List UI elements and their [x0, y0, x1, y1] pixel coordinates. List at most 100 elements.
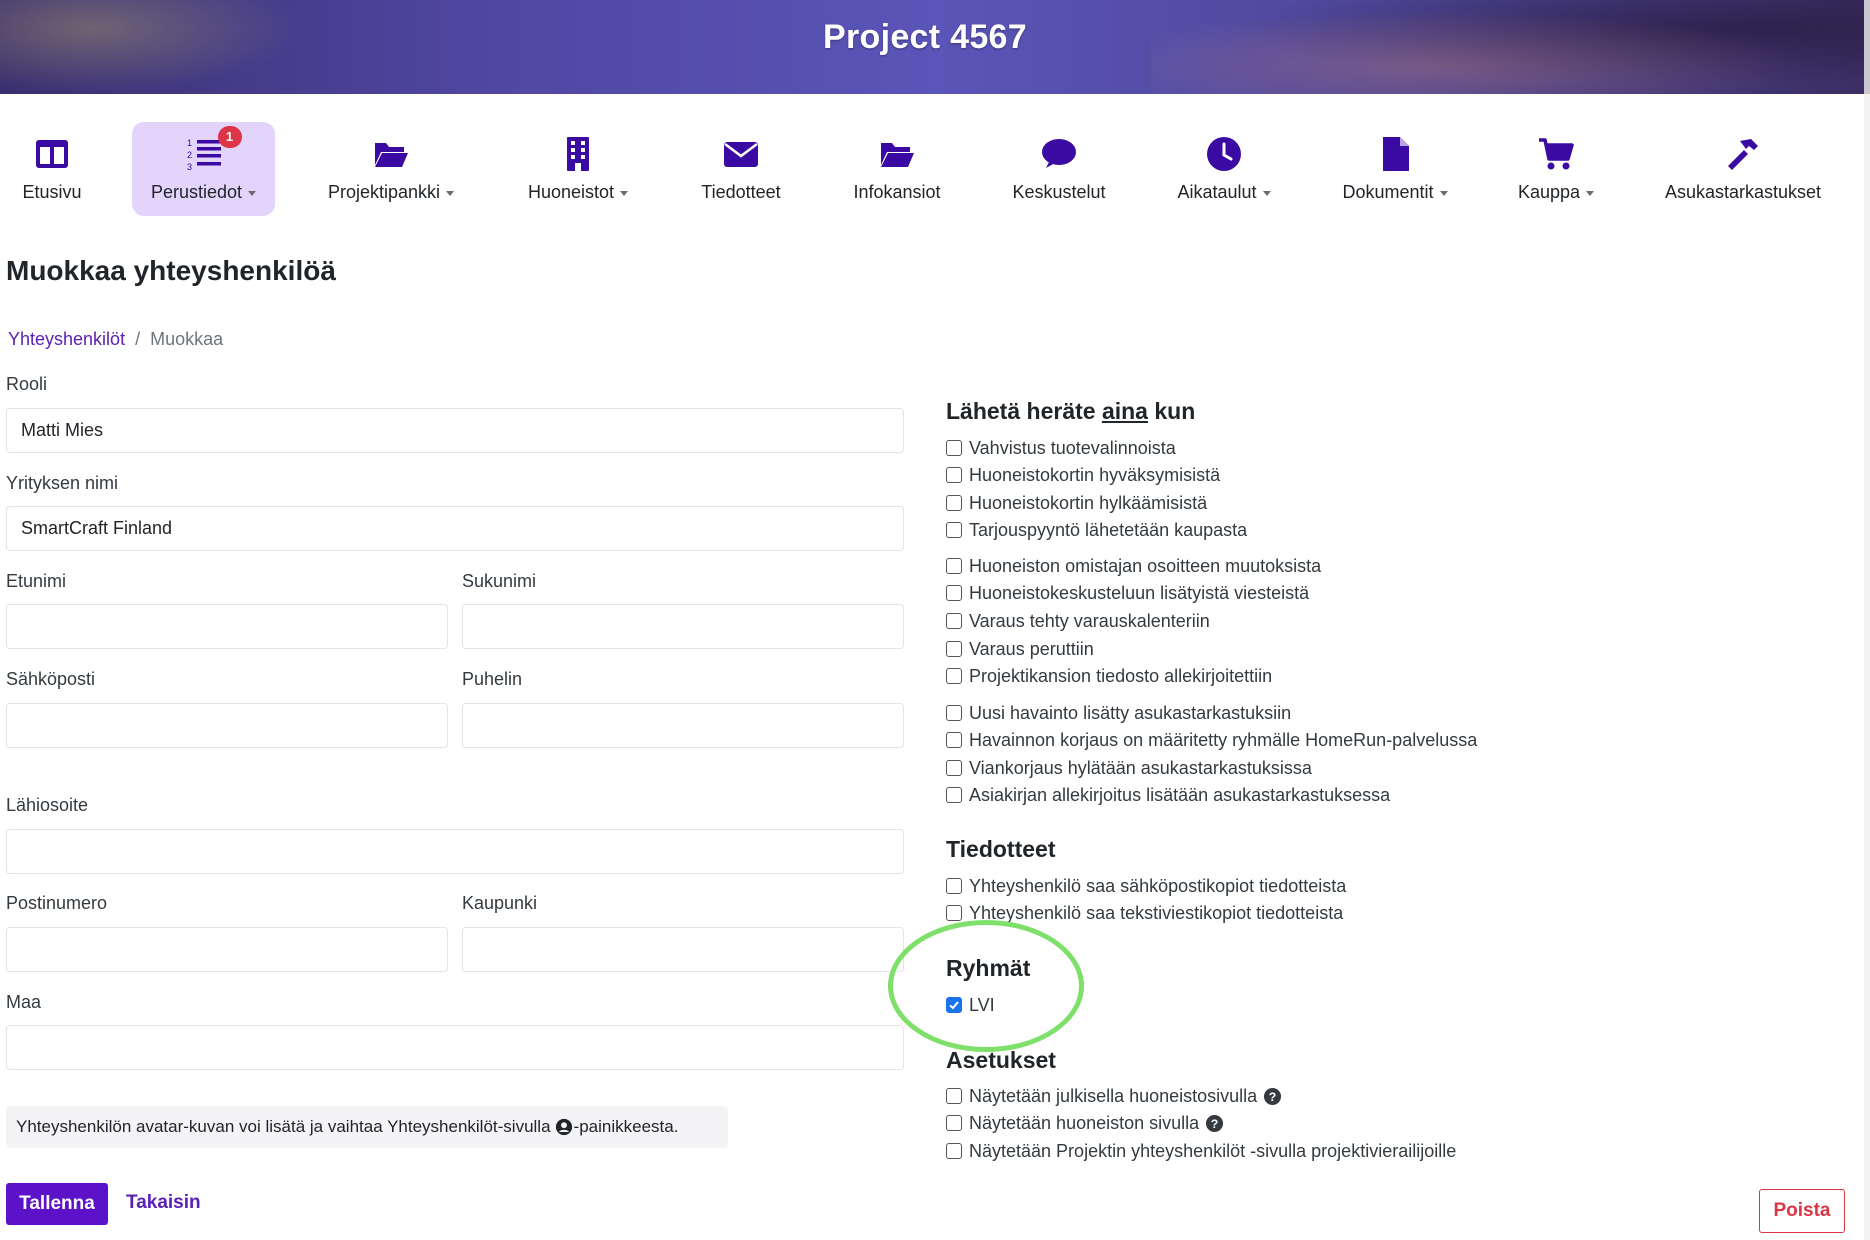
svg-text:2: 2: [187, 150, 192, 160]
lahiosoite-label: Lähiosoite: [6, 795, 89, 815]
nav-item-etusivu[interactable]: Etusivu: [8, 122, 96, 216]
notify-checkbox-row[interactable]: Huoneistokortin hyväksymisistä: [946, 463, 1220, 487]
kaupunki-label: Kaupunki: [462, 893, 538, 913]
checkbox-label: Asiakirjan allekirjoitus lisätään asukas…: [969, 784, 1391, 805]
caret-down-icon: [1439, 190, 1448, 196]
checkbox[interactable]: [946, 585, 962, 601]
page-scrollbar[interactable]: [1864, 94, 1870, 1240]
nav-item-dokumentit[interactable]: Dokumentit: [1334, 122, 1456, 216]
checkbox[interactable]: [946, 732, 962, 748]
email-field[interactable]: [6, 703, 448, 748]
checkbox[interactable]: [946, 668, 962, 684]
nav-item-keskustelut[interactable]: Keskustelut: [1002, 122, 1116, 216]
asetukset-checkbox-row[interactable]: Näytetään Projektin yhteyshenkilöt -sivu…: [946, 1139, 1456, 1163]
asetukset-checkbox-row[interactable]: Näytetään julkisella huoneistosivulla?: [946, 1084, 1282, 1108]
speech-bubble-icon: [1039, 134, 1079, 174]
user-circle-icon: [555, 1118, 572, 1136]
svg-text:?: ?: [1269, 1089, 1277, 1103]
phone-field[interactable]: [462, 703, 904, 748]
kaupunki-input[interactable]: [462, 927, 904, 972]
sukunimi-input[interactable]: [462, 604, 904, 649]
nav-item-tiedotteet[interactable]: Tiedotteet: [686, 122, 796, 216]
page-title: Muokkaa yhteyshenkilöä: [6, 255, 336, 286]
svg-text:?: ?: [1211, 1116, 1219, 1130]
checkbox[interactable]: [946, 440, 962, 456]
notify-checkbox-row[interactable]: Varaus tehty varauskalenteriin: [946, 609, 1210, 633]
maa-input[interactable]: [6, 1025, 904, 1070]
back-link[interactable]: Takaisin: [126, 1192, 201, 1214]
nav-label: Keskustelut: [1012, 182, 1106, 202]
checkbox-label: Viankorjaus hylätään asukastarkastuksiss…: [969, 757, 1312, 778]
checkbox-label: Vahvistus tuotevalinnoista: [969, 437, 1176, 458]
notify-checkbox-row[interactable]: Huoneistokeskusteluun lisätyistä viestei…: [946, 581, 1309, 605]
question-circle-icon[interactable]: ?: [1263, 1087, 1282, 1106]
notifications-title-start: Lähetä heräte: [946, 398, 1102, 424]
checkbox[interactable]: [946, 1088, 962, 1104]
rooli-input[interactable]: Matti Mies: [6, 408, 904, 453]
notify-checkbox-row[interactable]: Asiakirjan allekirjoitus lisätään asukas…: [946, 783, 1390, 807]
checkbox[interactable]: [946, 878, 962, 894]
checkbox-label: Näytetään julkisella huoneistosivulla: [969, 1085, 1258, 1106]
breadcrumb-link-yhteyshenkilot[interactable]: Yhteyshenkilöt: [8, 329, 125, 349]
checkbox[interactable]: [946, 760, 962, 776]
breadcrumb-separator: /: [135, 329, 141, 349]
nav-label: Tiedotteet: [701, 182, 781, 202]
info-note-text-end: -painikkeesta.: [573, 1117, 679, 1136]
checkbox[interactable]: [946, 495, 962, 511]
breadcrumb-current: Muokkaa: [150, 329, 224, 349]
nav-item-aikataulut[interactable]: Aikataulut: [1168, 122, 1280, 216]
notify-checkbox-row[interactable]: Vahvistus tuotevalinnoista: [946, 436, 1176, 460]
notify-checkbox-row[interactable]: Huoneistokortin hylkäämisistä: [946, 491, 1207, 515]
save-button[interactable]: Tallenna: [6, 1183, 108, 1225]
file-icon: [1375, 134, 1415, 174]
nav-label: Asukastarkastukset: [1664, 182, 1822, 202]
asetukset-checkbox-row[interactable]: Näytetään huoneiston sivulla?: [946, 1111, 1224, 1135]
postinumero-input[interactable]: [6, 927, 448, 972]
checkbox[interactable]: [946, 905, 962, 921]
avatar-info-note: Yhteyshenkilön avatar-kuvan voi lisätä j…: [6, 1106, 728, 1148]
highlight-annotation-circle: [888, 920, 1084, 1052]
checkbox-label: Havainnon korjaus on määritetty ryhmälle…: [969, 729, 1478, 750]
nav-item-kauppa[interactable]: Kauppa: [1508, 122, 1604, 216]
etunimi-input[interactable]: [6, 604, 448, 649]
checkbox-label: Yhteyshenkilö saa sähköpostikopiot tiedo…: [969, 875, 1347, 896]
nav-label: Huoneistot: [527, 182, 615, 202]
notify-checkbox-row[interactable]: Tarjouspyyntö lähetetään kaupasta: [946, 518, 1247, 542]
checkbox[interactable]: [946, 467, 962, 483]
notify-checkbox-row[interactable]: Havainnon korjaus on määritetty ryhmälle…: [946, 728, 1477, 752]
notify-checkbox-row[interactable]: Projektikansion tiedosto allekirjoitetti…: [946, 664, 1272, 688]
nav-item-perustiedot[interactable]: 1 2 3 1 Perustiedot: [132, 122, 275, 216]
lahiosoite-input[interactable]: [6, 829, 904, 874]
checkbox[interactable]: [946, 1143, 962, 1159]
checkbox[interactable]: [946, 787, 962, 803]
checkbox-label: Huoneiston omistajan osoitteen muutoksis…: [969, 555, 1322, 576]
nav-label: Dokumentit: [1342, 182, 1434, 202]
notify-checkbox-row[interactable]: Uusi havainto lisätty asukastarkastuksii…: [946, 701, 1291, 725]
yritys-input[interactable]: SmartCraft Finland: [6, 506, 904, 551]
nav-label: Perustiedot: [150, 182, 243, 202]
layout-columns-icon: [32, 134, 72, 174]
tiedotteet-checkbox-row[interactable]: Yhteyshenkilö saa sähköpostikopiot tiedo…: [946, 874, 1346, 898]
caret-down-icon: [1586, 190, 1595, 196]
checkbox[interactable]: [946, 1115, 962, 1131]
checkbox[interactable]: [946, 558, 962, 574]
checkbox[interactable]: [946, 613, 962, 629]
checkbox[interactable]: [946, 641, 962, 657]
checkbox-label: Huoneistokortin hylkäämisistä: [969, 492, 1208, 513]
delete-button[interactable]: Poista: [1759, 1189, 1845, 1233]
notify-checkbox-row[interactable]: Varaus peruttiin: [946, 637, 1094, 661]
notifications-title-end: kun: [1147, 398, 1196, 424]
notify-checkbox-row[interactable]: Viankorjaus hylätään asukastarkastuksiss…: [946, 756, 1312, 780]
checkbox[interactable]: [946, 522, 962, 538]
envelope-icon: [721, 134, 761, 174]
notify-checkbox-row[interactable]: Huoneiston omistajan osoitteen muutoksis…: [946, 554, 1321, 578]
nav-item-infokansiot[interactable]: Infokansiot: [842, 122, 952, 216]
checkbox[interactable]: [946, 705, 962, 721]
ordered-list-icon: 1 2 3 1: [184, 126, 242, 174]
maa-label: Maa: [6, 992, 42, 1012]
sahkoposti-label: Sähköposti: [6, 669, 96, 689]
nav-item-projektipankki[interactable]: Projektipankki: [316, 122, 466, 216]
nav-item-asukastarkastukset[interactable]: Asukastarkastukset: [1648, 122, 1838, 216]
nav-item-huoneistot[interactable]: Huoneistot: [514, 122, 642, 216]
question-circle-icon[interactable]: ?: [1205, 1114, 1224, 1133]
